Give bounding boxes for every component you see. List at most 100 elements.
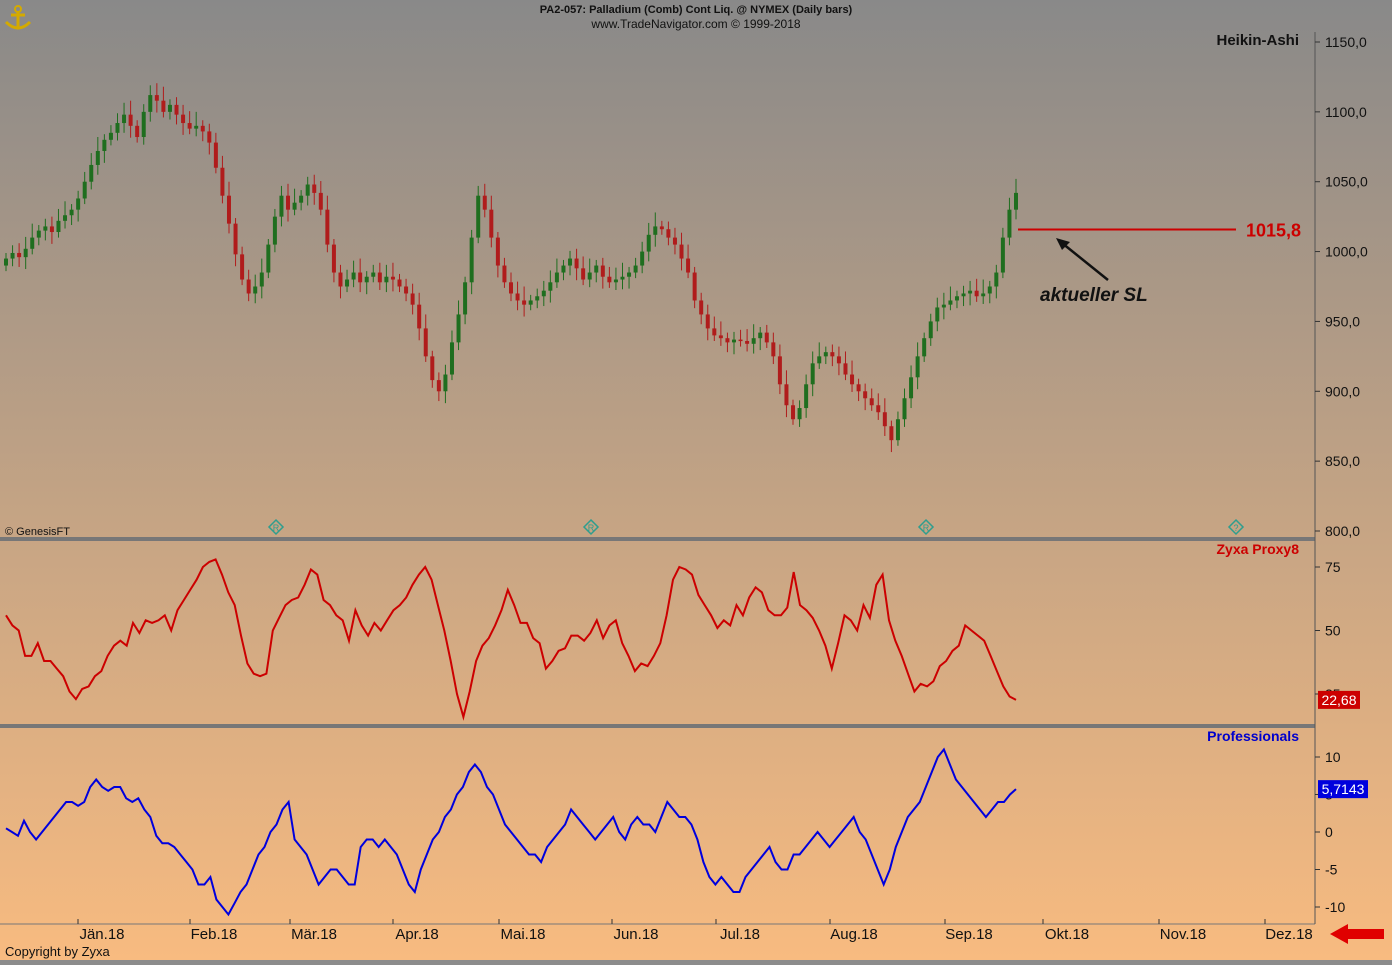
panel-divider-1 (0, 537, 1315, 541)
candle-body (23, 248, 28, 258)
event-marker-label: ? (1233, 523, 1238, 533)
candle-body (561, 265, 566, 273)
candle-body (181, 114, 186, 124)
candle-body (1000, 237, 1005, 273)
y-tick-label: 950,0 (1325, 313, 1360, 329)
candle-body (233, 223, 238, 255)
chart-svg: PA2-057: Palladium (Comb) Cont Liq. @ NY… (0, 0, 1392, 960)
y-tick-label: 800,0 (1325, 523, 1360, 539)
candle-body (817, 356, 822, 364)
candle-body (607, 276, 612, 283)
candle-body (974, 290, 979, 297)
candle-body (627, 272, 632, 277)
panel-title-heikin-ashi: Heikin-Ashi (1216, 32, 1299, 49)
candle-body (345, 279, 350, 287)
candle-body (76, 198, 81, 210)
candle-body (390, 276, 395, 280)
stop-loss-value-label: 1015,8 (1246, 220, 1301, 240)
candle-body (751, 338, 756, 344)
candle-body (108, 132, 113, 140)
candle-body (338, 272, 343, 287)
candle-body (646, 234, 651, 252)
candle-body (823, 352, 828, 357)
candle-body (272, 216, 277, 245)
panel-divider-2 (0, 724, 1315, 728)
candle-body (948, 300, 953, 305)
candle-body (679, 244, 684, 259)
candle-body (495, 237, 500, 266)
y-tick-label: 50 (1325, 623, 1341, 639)
footer-copyright: Copyright by Zyxa (5, 944, 111, 959)
candle-body (141, 111, 146, 138)
candle-body (738, 339, 743, 342)
candle-body (299, 195, 304, 203)
candle-body (712, 328, 717, 336)
candle-body (89, 164, 94, 182)
candle-body (653, 226, 658, 235)
candle-body (994, 272, 999, 287)
candle-body (791, 405, 796, 420)
candle-body (876, 405, 881, 413)
y-tick-label: 1050,0 (1325, 174, 1368, 190)
candle-body (417, 304, 422, 329)
candle-body (194, 125, 199, 129)
candle-body (377, 272, 382, 283)
candle-body (174, 104, 179, 115)
candle-body (207, 131, 212, 143)
candle-body (863, 391, 868, 399)
x-tick-label: Okt.18 (1045, 926, 1089, 943)
y-tick-label: 75 (1325, 559, 1341, 575)
candle-body (279, 195, 284, 217)
candle-body (705, 314, 710, 329)
candle-body (384, 276, 389, 283)
stop-loss-caption: aktueller SL (1040, 285, 1148, 306)
candle-body (305, 184, 310, 196)
candle-body (286, 195, 291, 210)
candle-body (325, 209, 330, 245)
candle-body (804, 384, 809, 409)
candle-body (758, 332, 763, 339)
candle-body (331, 244, 336, 273)
chart-title: PA2-057: Palladium (Comb) Cont Liq. @ NY… (540, 4, 853, 16)
candle-body (718, 335, 723, 339)
candle-body (574, 258, 579, 269)
candle-body (764, 332, 769, 343)
y-tick-label: 10 (1325, 749, 1341, 765)
candle-body (535, 296, 540, 301)
candle-body (115, 123, 120, 133)
professionals-last-value: 5,7143 (1322, 781, 1365, 797)
candle-body (594, 265, 599, 273)
candle-body (200, 125, 205, 132)
candle-body (95, 150, 100, 165)
candle-body (889, 426, 894, 441)
chart-window: PA2-057: Palladium (Comb) Cont Liq. @ NY… (0, 0, 1392, 960)
x-tick-label: Jän.18 (79, 926, 124, 943)
event-marker-label: R (273, 523, 280, 533)
candle-body (161, 100, 166, 112)
candle-body (725, 338, 730, 343)
chart-subtitle: www.TradeNavigator.com © 1999-2018 (590, 17, 800, 31)
candle-body (1007, 209, 1012, 238)
candle-body (528, 300, 533, 305)
candle-body (987, 286, 992, 294)
candle-body (49, 226, 54, 233)
candle-body (745, 340, 750, 344)
candle-body (981, 293, 986, 297)
candle-body (633, 265, 638, 273)
candle-body (30, 237, 35, 249)
candle-body (187, 123, 192, 129)
candle-body (581, 268, 586, 280)
candle-body (266, 244, 271, 273)
candle-body (600, 265, 605, 277)
x-tick-label: Apr.18 (395, 926, 438, 943)
candle-body (358, 272, 363, 283)
candle-body (830, 352, 835, 357)
y-tick-label: 850,0 (1325, 453, 1360, 469)
event-marker-label: R (588, 523, 595, 533)
candle-body (659, 226, 664, 230)
candle-body (443, 374, 448, 392)
candle-body (253, 286, 258, 294)
candle-body (423, 328, 428, 357)
candle-body (371, 272, 376, 277)
event-marker-label: R (923, 523, 930, 533)
